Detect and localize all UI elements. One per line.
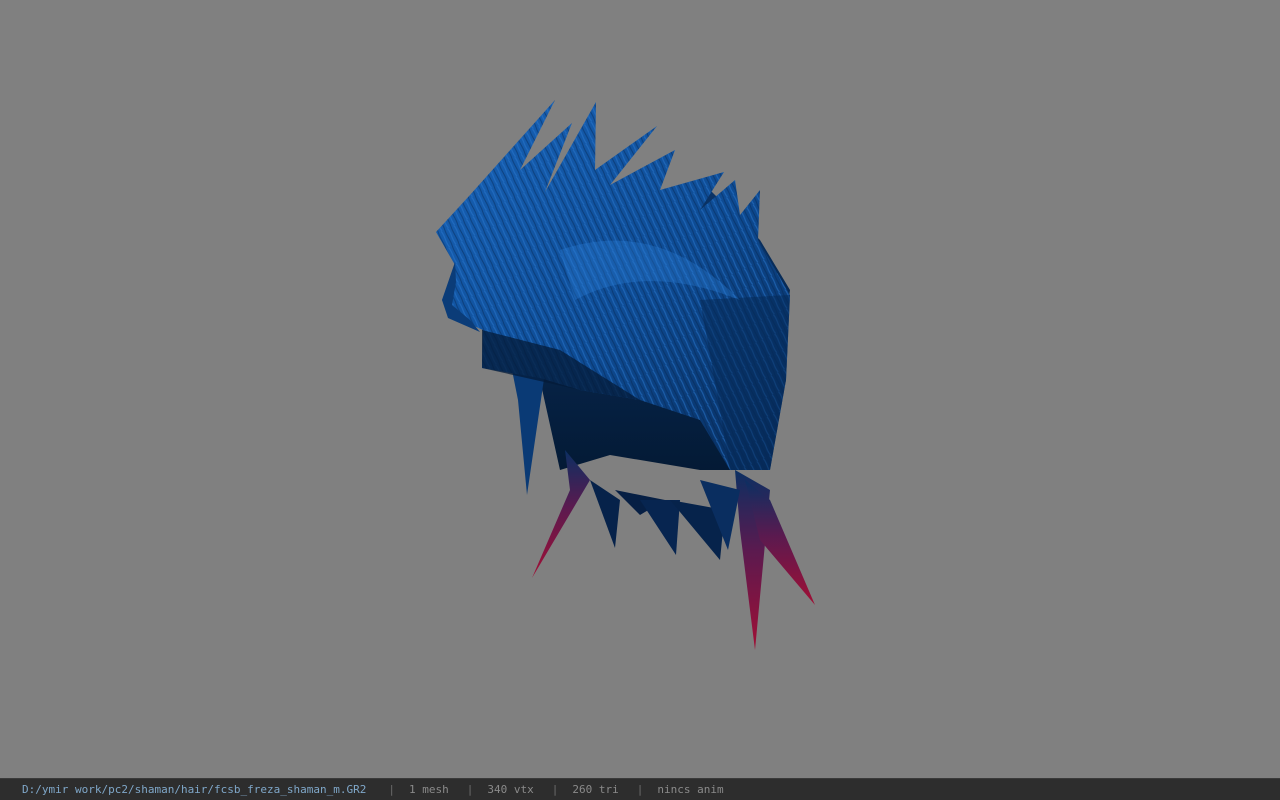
status-separator: | [636, 783, 644, 796]
animation-info: nincs anim [657, 783, 724, 796]
mesh-count: 1 mesh [409, 783, 449, 796]
hair-model[interactable] [0, 0, 1280, 778]
status-separator: | [551, 783, 559, 796]
dark-spike-3 [640, 500, 680, 555]
status-separator: | [466, 783, 474, 796]
file-path: D:/ymir work/pc2/shaman/hair/fcsb_freza_… [22, 783, 367, 796]
triangle-count: 260 tri [572, 783, 619, 796]
status-bar: D:/ymir work/pc2/shaman/hair/fcsb_freza_… [0, 778, 1280, 800]
vertex-count: 340 vtx [487, 783, 534, 796]
status-separator: | [388, 783, 395, 796]
3d-viewport[interactable] [0, 0, 1280, 778]
